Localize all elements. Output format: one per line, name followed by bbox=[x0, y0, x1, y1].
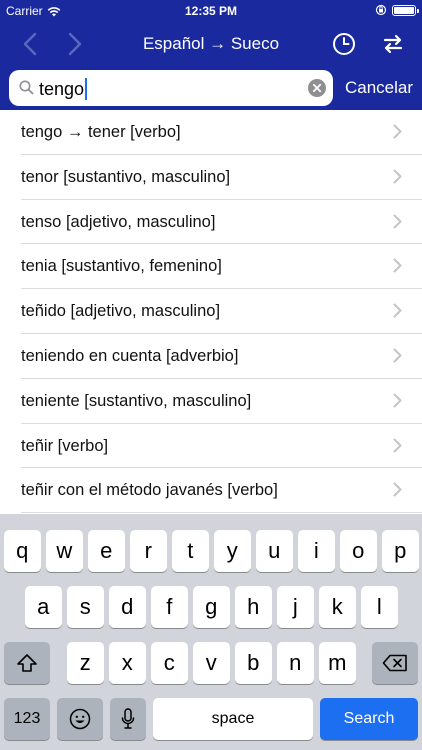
chevron-right-icon bbox=[393, 214, 402, 229]
key-e[interactable]: e bbox=[88, 530, 125, 572]
navigation-bar: Español → Sueco bbox=[0, 22, 422, 66]
key-m[interactable]: m bbox=[319, 642, 356, 684]
key-t[interactable]: t bbox=[172, 530, 209, 572]
result-row[interactable]: teñido [adjetivo, masculino] bbox=[0, 289, 422, 334]
key-z[interactable]: z bbox=[67, 642, 104, 684]
key-w[interactable]: w bbox=[46, 530, 83, 572]
key-a[interactable]: a bbox=[25, 586, 62, 628]
clock-icon bbox=[333, 33, 355, 55]
emoji-key[interactable] bbox=[57, 698, 103, 740]
shift-icon bbox=[17, 654, 37, 672]
chevron-right-icon bbox=[393, 482, 402, 497]
clock-time: 12:35 PM bbox=[184, 4, 238, 18]
key-u[interactable]: u bbox=[256, 530, 293, 572]
status-right bbox=[375, 4, 419, 16]
delete-key[interactable] bbox=[372, 642, 418, 684]
result-row[interactable]: tenia [sustantivo, femenino] bbox=[0, 244, 422, 290]
key-r[interactable]: r bbox=[130, 530, 167, 572]
result-row[interactable]: tenor [sustantivo, masculino] bbox=[0, 155, 422, 200]
microphone-icon bbox=[121, 708, 135, 729]
chevron-right-icon bbox=[393, 169, 402, 184]
key-h[interactable]: h bbox=[235, 586, 272, 628]
keyboard: q w e r t y u i o p a s d f g h j k l z x c v b n m 123 space Search bbox=[0, 514, 422, 750]
clear-icon[interactable] bbox=[308, 79, 326, 97]
key-b[interactable]: b bbox=[235, 642, 272, 684]
backspace-icon bbox=[382, 654, 407, 672]
swap-languages-button[interactable] bbox=[376, 28, 410, 60]
cancel-button[interactable]: Cancelar bbox=[345, 78, 413, 98]
key-v[interactable]: v bbox=[193, 642, 230, 684]
result-row[interactable]: teñir con el método javanés [verbo] bbox=[0, 468, 422, 514]
battery-icon bbox=[392, 4, 419, 16]
swap-icon bbox=[383, 34, 403, 54]
result-label: tengo → tener [verbo] bbox=[21, 123, 181, 141]
numbers-key[interactable]: 123 bbox=[4, 698, 50, 740]
search-query: tengo bbox=[39, 78, 85, 99]
key-g[interactable]: g bbox=[193, 586, 230, 628]
result-label: teñido [adjetivo, masculino] bbox=[21, 302, 221, 321]
key-x[interactable]: x bbox=[109, 642, 146, 684]
result-label: teñir con el método javanés [verbo] bbox=[21, 481, 278, 500]
key-n[interactable]: n bbox=[277, 642, 314, 684]
chevron-right-icon bbox=[393, 393, 402, 408]
space-key[interactable]: space bbox=[153, 698, 313, 740]
result-label: teñir [verbo] bbox=[21, 436, 109, 455]
result-label: tenor [sustantivo, masculino] bbox=[21, 167, 231, 186]
chevron-right-icon bbox=[393, 124, 402, 139]
key-j[interactable]: j bbox=[277, 586, 314, 628]
emoji-icon bbox=[69, 708, 91, 730]
result-label: tenso [adjetivo, masculino] bbox=[21, 212, 216, 231]
key-p[interactable]: p bbox=[382, 530, 419, 572]
key-k[interactable]: k bbox=[319, 586, 356, 628]
results-list: tengo → tener [verbo] tenor [sustantivo, … bbox=[0, 110, 422, 514]
key-d[interactable]: d bbox=[109, 586, 146, 628]
top-bar: Carrier 12:35 PM Español → Sueco tengo C… bbox=[0, 0, 422, 110]
key-l[interactable]: l bbox=[361, 586, 398, 628]
result-row[interactable]: tengo → tener [verbo] bbox=[0, 110, 422, 155]
result-row[interactable]: teniente [sustantivo, masculino] bbox=[0, 379, 422, 424]
orientation-lock-icon bbox=[375, 4, 387, 16]
key-q[interactable]: q bbox=[4, 530, 41, 572]
chevron-right-icon bbox=[393, 303, 402, 318]
result-label: teniente [sustantivo, masculino] bbox=[21, 391, 252, 410]
status-bar: Carrier 12:35 PM bbox=[0, 0, 422, 22]
search-key[interactable]: Search bbox=[320, 698, 418, 740]
chevron-right-icon bbox=[393, 438, 402, 453]
result-label: tenia [sustantivo, femenino] bbox=[21, 257, 222, 276]
key-c[interactable]: c bbox=[151, 642, 188, 684]
text-caret bbox=[85, 78, 88, 100]
key-o[interactable]: o bbox=[340, 530, 377, 572]
dictation-key[interactable] bbox=[110, 698, 146, 740]
key-s[interactable]: s bbox=[67, 586, 104, 628]
search-input[interactable]: tengo bbox=[9, 70, 333, 106]
chevron-right-icon bbox=[393, 348, 402, 363]
search-field-value: tengo bbox=[39, 78, 88, 100]
result-label: teniendo en cuenta [adverbio] bbox=[21, 346, 239, 365]
key-y[interactable]: y bbox=[214, 530, 251, 572]
result-row[interactable]: teñir [verbo] bbox=[0, 424, 422, 469]
history-button[interactable] bbox=[327, 28, 361, 60]
shift-key[interactable] bbox=[4, 642, 50, 684]
key-f[interactable]: f bbox=[151, 586, 188, 628]
search-row: tengo Cancelar bbox=[0, 66, 422, 110]
search-icon bbox=[19, 80, 34, 95]
key-i[interactable]: i bbox=[298, 530, 335, 572]
chevron-right-icon bbox=[393, 258, 402, 273]
result-row[interactable]: teniendo en cuenta [adverbio] bbox=[0, 334, 422, 379]
result-row[interactable]: tenso [adjetivo, masculino] bbox=[0, 200, 422, 245]
